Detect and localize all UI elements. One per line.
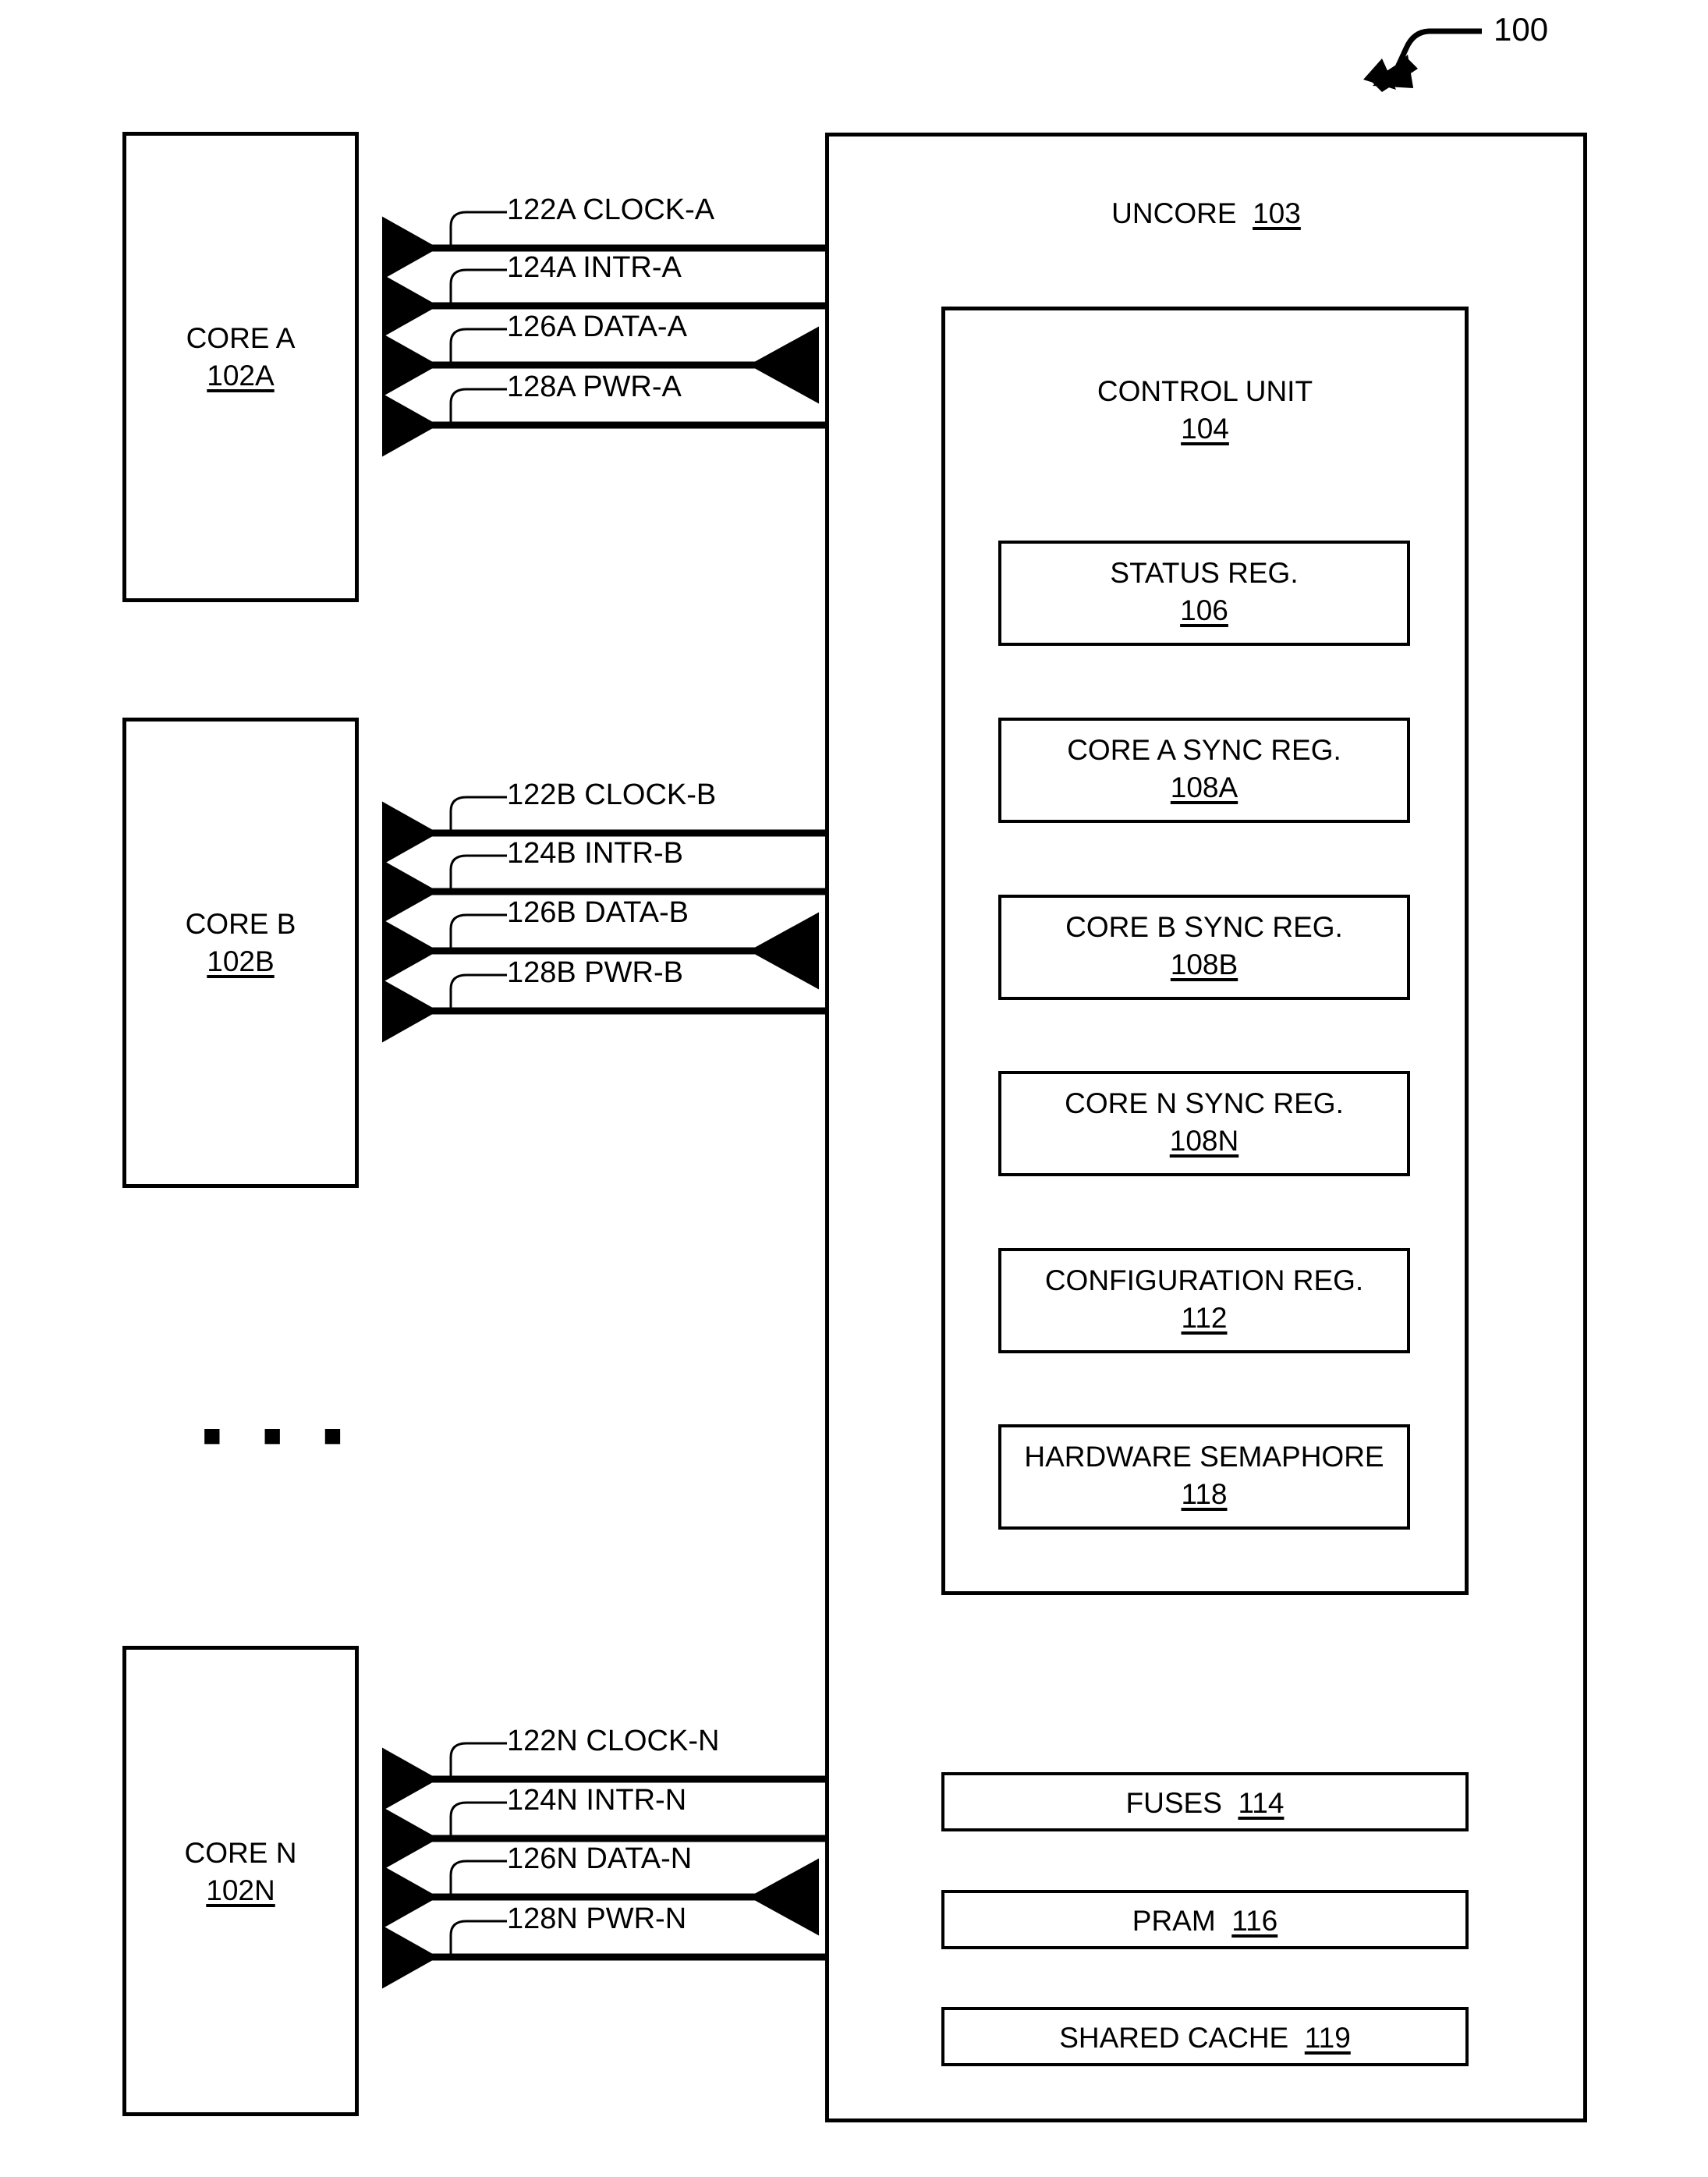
signal-label-124a-intr-a: 124A INTR-A [507,251,682,284]
signal-label-124n-intr-n: 124N INTR-N [507,1784,687,1817]
core-a-name: CORE A [186,322,296,354]
signal-label-126n-data-n: 126N DATA-N [507,1842,693,1875]
control-unit-ref: 104 [1181,413,1229,445]
control-unit-title: CONTROL UNIT [1097,375,1313,407]
signal-label-128a-pwr-a: 128A PWR-A [507,371,682,403]
signal-label-128b-pwr-b: 128B PWR-B [507,956,683,989]
core-n-label: CORE N 102N [122,1835,359,1909]
signal-label-122b-clock-b: 122B CLOCK-B [507,778,717,811]
register-configuration-reg-ref: 112 [1181,1302,1228,1335]
register-hardware-semaphore-ref: 118 [1181,1478,1228,1511]
register-core-a-sync-reg-ref: 108A [1170,771,1238,804]
uncore-block-pram-label: PRAM 116 [941,1902,1469,1940]
core-b-name: CORE B [185,908,296,940]
uncore-block-shared-cache-title: SHARED CACHE [1059,2022,1289,2054]
register-configuration-reg-title: CONFIGURATION REG. [1044,1264,1364,1296]
core-a-label: CORE A 102A [122,320,359,395]
figure-reference-numeral: 100 [1494,11,1549,48]
uncore-block-shared-cache-label: SHARED CACHE 119 [941,2019,1469,2057]
uncore-block-shared-cache-ref: 119 [1304,2022,1351,2054]
patent-figure-canvas: 100 CORE A 102A 122A CLOCK-A 124A INTR-A… [0,0,1708,2177]
register-status-reg-label: STATUS REG. 106 [998,555,1410,629]
core-b-ref: 102B [207,945,275,978]
core-n-name: CORE N [184,1837,297,1869]
register-core-n-sync-reg-label: CORE N SYNC REG. 108N [998,1085,1410,1160]
figure-ref-leader [1363,28,1482,92]
core-b-label: CORE B 102B [122,906,359,980]
uncore-title-text: UNCORE [1111,197,1237,229]
signal-label-126b-data-b: 126B DATA-B [507,896,689,929]
register-core-b-sync-reg-title: CORE B SYNC REG. [1065,911,1343,943]
register-core-n-sync-reg-title: CORE N SYNC REG. [1065,1087,1344,1119]
uncore-block-pram-title: PRAM [1132,1905,1216,1937]
register-core-a-sync-reg-label: CORE A SYNC REG. 108A [998,732,1410,807]
core-n-ref: 102N [206,1874,275,1907]
uncore-block-pram-ref: 116 [1231,1905,1278,1937]
register-core-n-sync-reg-ref: 108N [1169,1125,1239,1158]
register-status-reg-title: STATUS REG. [1110,557,1299,589]
register-core-b-sync-reg-ref: 108B [1170,948,1238,981]
signal-label-124b-intr-b: 124B INTR-B [507,837,683,870]
core-a-ref: 102A [207,360,275,392]
signal-label-122a-clock-a: 122A CLOCK-A [507,193,715,226]
register-configuration-reg-label: CONFIGURATION REG. 112 [998,1262,1410,1337]
cores-ellipsis: ▪ ▪ ▪ [201,1400,355,1469]
register-core-b-sync-reg-label: CORE B SYNC REG. 108B [998,909,1410,984]
register-core-a-sync-reg-title: CORE A SYNC REG. [1067,734,1341,766]
register-status-reg-ref: 106 [1180,594,1228,627]
uncore-block-fuses-ref: 114 [1238,1787,1285,1819]
register-hardware-semaphore-title: HARDWARE SEMAPHORE [1024,1441,1384,1473]
signal-label-128n-pwr-n: 128N PWR-N [507,1902,687,1935]
uncore-ref: 103 [1253,197,1301,229]
control-unit-label: CONTROL UNIT 104 [941,373,1469,448]
uncore-block-fuses-title: FUSES [1125,1787,1222,1819]
register-hardware-semaphore-label: HARDWARE SEMAPHORE 118 [994,1438,1415,1513]
uncore-block-fuses-label: FUSES 114 [941,1785,1469,1822]
uncore-title: UNCORE 103 [825,195,1587,232]
signal-label-126a-data-a: 126A DATA-A [507,310,687,343]
signal-label-122n-clock-n: 122N CLOCK-N [507,1725,720,1757]
